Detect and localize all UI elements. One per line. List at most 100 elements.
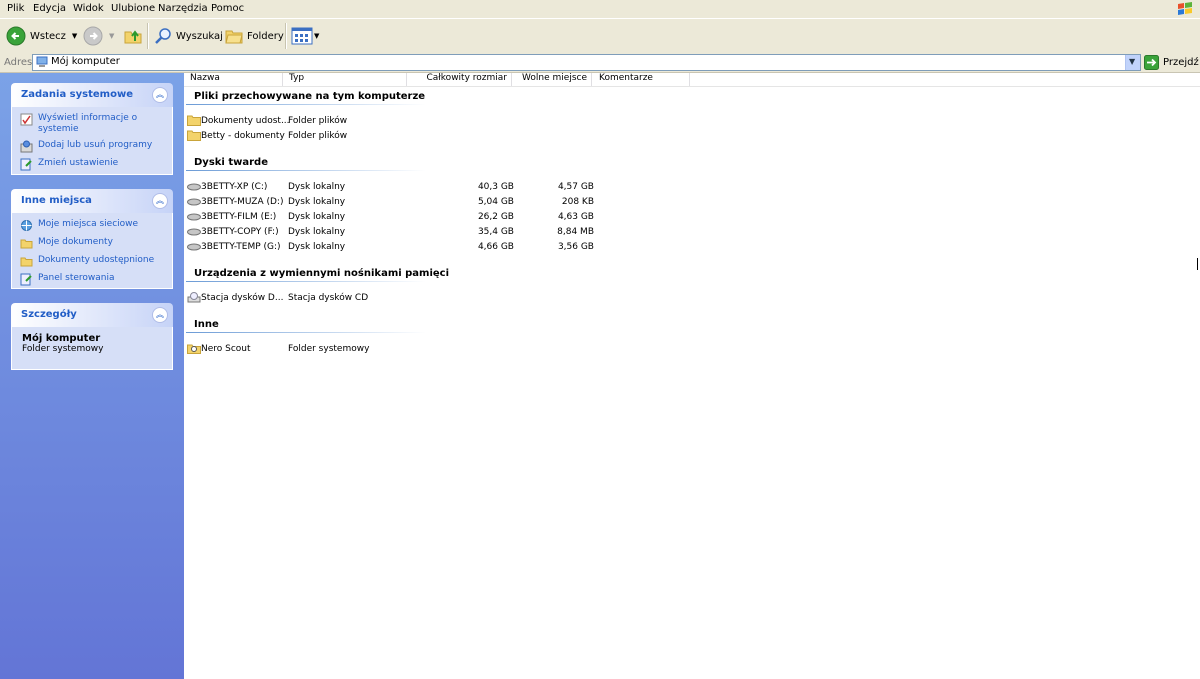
list-item[interactable]: Betty - dokumenty Folder plików	[184, 129, 604, 144]
place-network[interactable]: Moje miejsca sieciowe	[20, 219, 164, 232]
chevron-down-icon[interactable]: ▼	[72, 32, 77, 40]
details-type: Folder systemowy	[22, 344, 104, 354]
panel-body: Moje miejsca sieciowe Moje dokumenty Dok…	[11, 213, 173, 289]
hard-drive-icon	[187, 228, 201, 236]
folder-icon	[187, 115, 201, 126]
menu-tools[interactable]: Narzędzia	[158, 3, 208, 14]
panel-body: Mój komputer Folder systemowy	[11, 327, 173, 370]
control-panel-icon	[20, 273, 32, 286]
system-tasks-panel: Zadania systemowe ︽ Wyświetl informacje …	[11, 83, 173, 175]
list-item[interactable]: Nero Scout Folder systemowy	[184, 342, 604, 357]
my-computer-icon	[36, 56, 48, 67]
collapse-icon[interactable]: ︽	[152, 193, 168, 209]
list-item[interactable]: Dokumenty udost... Folder plików	[184, 114, 604, 129]
forward-arrow-icon	[83, 26, 103, 46]
task-add-remove-programs[interactable]: Dodaj lub usuń programy	[20, 140, 164, 153]
folders-icon	[225, 30, 243, 44]
group-title: Dyski twarde	[194, 157, 268, 168]
column-total-size[interactable]: Całkowity rozmiar	[413, 73, 512, 86]
chevron-down-icon: ▼	[109, 32, 115, 40]
back-button[interactable]: Wstecz ▼	[6, 25, 77, 47]
collapse-icon[interactable]: ︽	[152, 307, 168, 323]
menu-edit[interactable]: Edycja	[33, 3, 66, 14]
list-item[interactable]: 3BETTY-XP (C:) Dysk lokalny 40,3 GB 4,57…	[184, 180, 604, 195]
add-remove-programs-icon	[20, 140, 33, 153]
menu-favorites[interactable]: Ulubione	[111, 3, 155, 14]
hard-drive-icon	[187, 213, 201, 221]
cd-drive-icon	[187, 292, 201, 303]
address-dropdown-button[interactable]: ▼	[1125, 55, 1140, 70]
hard-drive-icon	[187, 183, 201, 191]
nero-scout-icon	[187, 344, 201, 354]
list-item[interactable]: 3BETTY-MUZA (D:) Dysk lokalny 5,04 GB 20…	[184, 195, 604, 210]
go-button[interactable]: Przejdź	[1144, 54, 1199, 70]
column-free-space[interactable]: Wolne miejsce	[515, 73, 592, 86]
group-divider	[186, 104, 426, 105]
group-divider	[186, 332, 426, 333]
search-icon	[155, 28, 171, 44]
folder-icon	[20, 257, 33, 267]
list-item[interactable]: 3BETTY-TEMP (G:) Dysk lokalny 4,66 GB 3,…	[184, 240, 604, 255]
panel-header[interactable]: Inne miejsca ︽	[11, 189, 173, 213]
column-type[interactable]: Typ	[289, 73, 407, 86]
column-name[interactable]: Nazwa	[190, 73, 283, 86]
chevron-down-icon: ▼	[314, 32, 320, 40]
windows-logo-icon	[1178, 2, 1192, 15]
group-title: Inne	[194, 319, 219, 330]
menu-help[interactable]: Pomoc	[211, 3, 244, 14]
toolbar-separator	[285, 23, 287, 49]
other-places-panel: Inne miejsca ︽ Moje miejsca sieciowe Moj…	[11, 189, 173, 289]
address-value: Mój komputer	[51, 56, 120, 67]
views-icon	[291, 27, 313, 45]
panel-title: Szczegóły	[21, 309, 77, 320]
place-control-panel[interactable]: Panel sterowania	[20, 273, 164, 286]
folder-icon	[20, 239, 33, 249]
folder-up-icon	[124, 30, 142, 44]
address-bar: Adres Mój komputer ▼ Przejdź	[0, 53, 1200, 73]
panel-header[interactable]: Zadania systemowe ︽	[11, 83, 173, 107]
system-info-icon	[20, 113, 33, 126]
list-item[interactable]: Stacja dysków D... Stacja dysków CD	[184, 291, 604, 306]
group-divider	[186, 281, 426, 282]
address-field[interactable]: Mój komputer ▼	[32, 54, 1141, 71]
task-system-info[interactable]: Wyświetl informacje o systemie	[20, 113, 164, 135]
list-item[interactable]: 3BETTY-COPY (F:) Dysk lokalny 35,4 GB 8,…	[184, 225, 604, 240]
list-item[interactable]: 3BETTY-FILM (E:) Dysk lokalny 26,2 GB 4,…	[184, 210, 604, 225]
folders-button[interactable]: Foldery	[224, 25, 284, 47]
panel-header[interactable]: Szczegóły ︽	[11, 303, 173, 327]
toolbar-separator	[147, 23, 149, 49]
text-cursor-icon	[1197, 258, 1198, 270]
panel-title: Zadania systemowe	[21, 89, 133, 100]
hard-drive-icon	[187, 198, 201, 206]
forward-button[interactable]: ▼	[83, 25, 114, 47]
group-divider	[186, 170, 426, 171]
details-panel: Szczegóły ︽ Mój komputer Folder systemow…	[11, 303, 173, 370]
panel-title: Inne miejsca	[21, 195, 92, 206]
group-title: Urządzenia z wymiennymi nośnikami pamięc…	[194, 268, 450, 279]
menu-bar: Plik Edycja Widok Ulubione Narzędzia Pom…	[0, 0, 1200, 18]
chevron-down-icon: ▼	[1129, 57, 1136, 66]
up-folder-button[interactable]	[123, 25, 143, 47]
place-shared-documents[interactable]: Dokumenty udostępnione	[20, 255, 164, 268]
views-button[interactable]: ▼	[291, 25, 319, 47]
panel-body: Wyświetl informacje o systemie Dodaj lub…	[11, 107, 173, 175]
place-my-documents[interactable]: Moje dokumenty	[20, 237, 164, 250]
column-comments[interactable]: Komentarze	[599, 73, 690, 86]
go-arrow-icon	[1144, 54, 1159, 70]
back-arrow-icon	[6, 26, 26, 46]
details-name: Mój komputer	[22, 333, 101, 344]
search-button[interactable]: Wyszukaj	[153, 25, 223, 47]
menu-view[interactable]: Widok	[73, 3, 104, 14]
network-places-icon	[21, 220, 32, 231]
task-change-setting[interactable]: Zmień ustawienie	[20, 158, 164, 171]
hard-drive-icon	[187, 243, 201, 251]
task-pane: Zadania systemowe ︽ Wyświetl informacje …	[0, 73, 184, 679]
menu-file[interactable]: Plik	[7, 3, 24, 14]
group-title: Pliki przechowywane na tym komputerze	[194, 91, 426, 102]
address-label: Adres	[4, 57, 33, 68]
file-list: Nazwa Typ Całkowity rozmiar Wolne miejsc…	[184, 73, 1200, 679]
collapse-icon[interactable]: ︽	[152, 87, 168, 103]
control-panel-icon	[20, 158, 32, 171]
toolbar: Wstecz ▼ ▼ Wyszukaj Foldery ▼	[0, 18, 1200, 55]
folder-icon	[187, 130, 201, 141]
